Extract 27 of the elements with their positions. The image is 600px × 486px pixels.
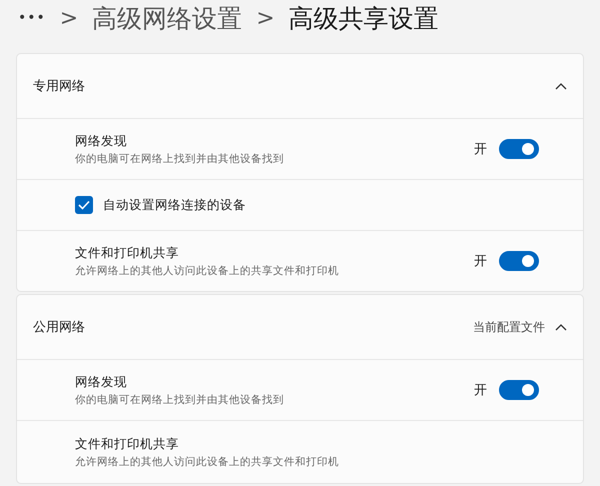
chevron-icon[interactable] [555,323,567,331]
toggle-switch[interactable] [499,139,539,159]
setting-title: 网络发现 [75,132,128,150]
breadcrumb-item: 高级共享设置 [288,2,439,34]
checkbox[interactable] [75,196,93,214]
toggle-state-label: 开 [474,141,487,158]
setting-title: 文件和打印机共享 [75,436,180,452]
setting-description: 你的电脑可在网络上找到并由其他设备找到 [75,392,285,406]
breadcrumb-item[interactable]: 高级网络设置 [92,2,242,34]
toggle-state-label: 开 [474,253,487,270]
setting-title: 文件和打印机共享 [75,244,180,262]
setting-description: 允许网络上的其他人访问此设备上的共享文件和打印机 [75,454,340,468]
setting-title: 网络发现 [75,374,128,390]
toggle-switch[interactable] [499,380,539,400]
setting-description: 你的电脑可在网络上找到并由其他设备找到 [75,152,285,166]
more-button[interactable]: ••• [18,10,46,26]
chevron-icon[interactable] [555,82,567,90]
checkbox-label: 自动设置网络连接的设备 [103,196,246,214]
checkmark-icon [78,200,90,210]
setting-description: 允许网络上的其他人访问此设备上的共享文件和打印机 [75,264,340,278]
section-title: 专用网络 [33,78,86,95]
chevron-separator: > [60,6,78,30]
section-title: 公用网络 [33,319,86,336]
toggle-switch[interactable] [499,251,539,271]
chevron-separator: > [256,6,275,30]
profile-label: 当前配置文件 [473,318,545,336]
toggle-state-label: 开 [474,382,487,399]
